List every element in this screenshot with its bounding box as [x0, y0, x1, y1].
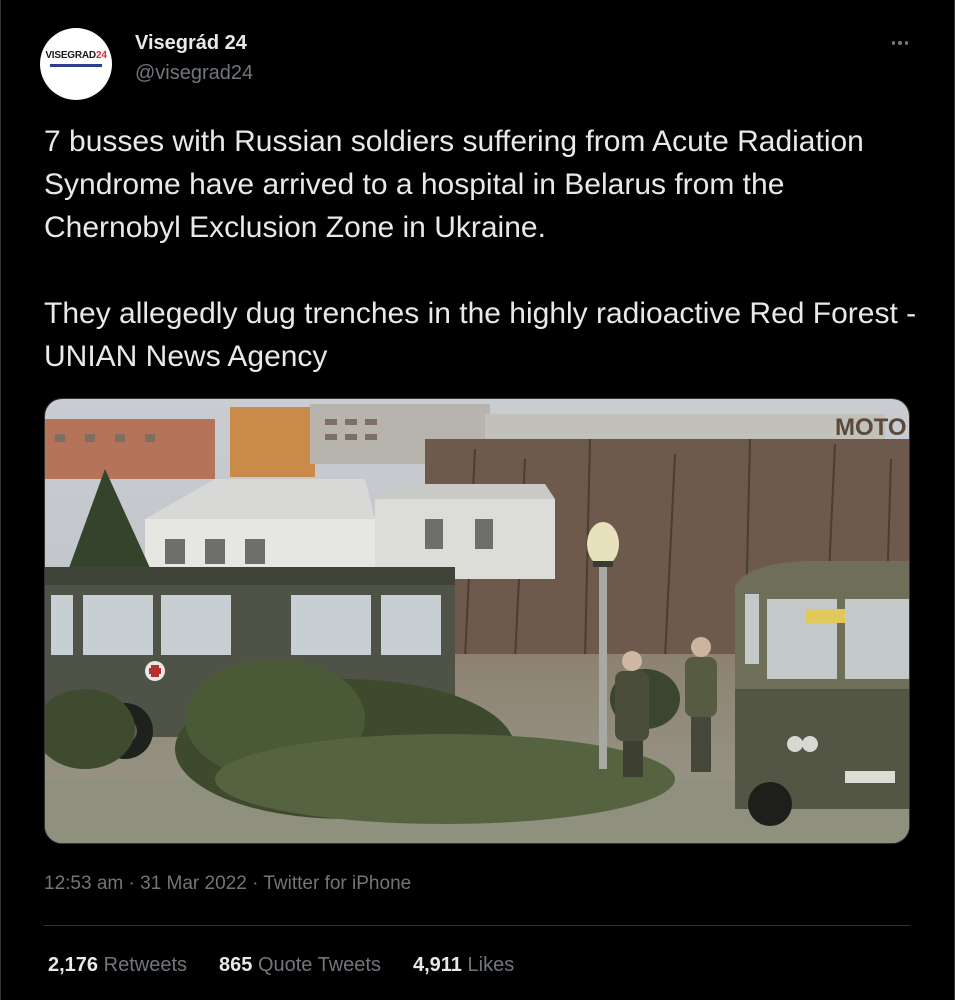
tweet-timestamp[interactable]: 12:53 am · 31 Mar 2022: [44, 873, 247, 894]
likes-stat[interactable]: 4,911 Likes: [413, 954, 514, 977]
tweet-header: VISEGRAD24 Visegrád 24 @visegrad24: [40, 28, 920, 100]
retweets-label: Retweets: [103, 954, 187, 976]
media-watermark: MOTO: [835, 414, 907, 441]
meta-separator: ·: [252, 873, 259, 894]
retweets-count: 2,176: [48, 954, 99, 976]
author-handle[interactable]: @visegrad24: [135, 62, 253, 85]
retweets-stat[interactable]: 2,176 Retweets: [48, 954, 187, 977]
avatar-logo-bar: [50, 64, 102, 67]
tweet-meta: 12:53 am · 31 Mar 2022 · Twitter for iPh…: [44, 873, 411, 895]
quote-tweets-label: Quote Tweets: [257, 954, 381, 976]
tweet-source[interactable]: Twitter for iPhone: [263, 873, 411, 894]
more-options-icon[interactable]: [880, 28, 920, 58]
avatar[interactable]: VISEGRAD24: [40, 28, 112, 100]
left-border: [0, 0, 1, 1000]
tweet-text: 7 busses with Russian soldiers suffering…: [44, 125, 917, 373]
tweet-photo: MOTO: [45, 399, 909, 843]
tweet-stats: 2,176 Retweets 865 Quote Tweets 4,911 Li…: [48, 954, 514, 977]
likes-count: 4,911: [412, 954, 462, 976]
quote-tweets-stat[interactable]: 865 Quote Tweets: [219, 954, 381, 977]
divider: [44, 925, 910, 926]
quote-tweets-count: 865: [219, 954, 253, 976]
tweet-media[interactable]: MOTO: [44, 398, 910, 844]
likes-label: Likes: [467, 954, 515, 976]
author-display-name[interactable]: Visegrád 24: [135, 32, 247, 55]
avatar-logo: VISEGRAD24: [45, 50, 107, 61]
